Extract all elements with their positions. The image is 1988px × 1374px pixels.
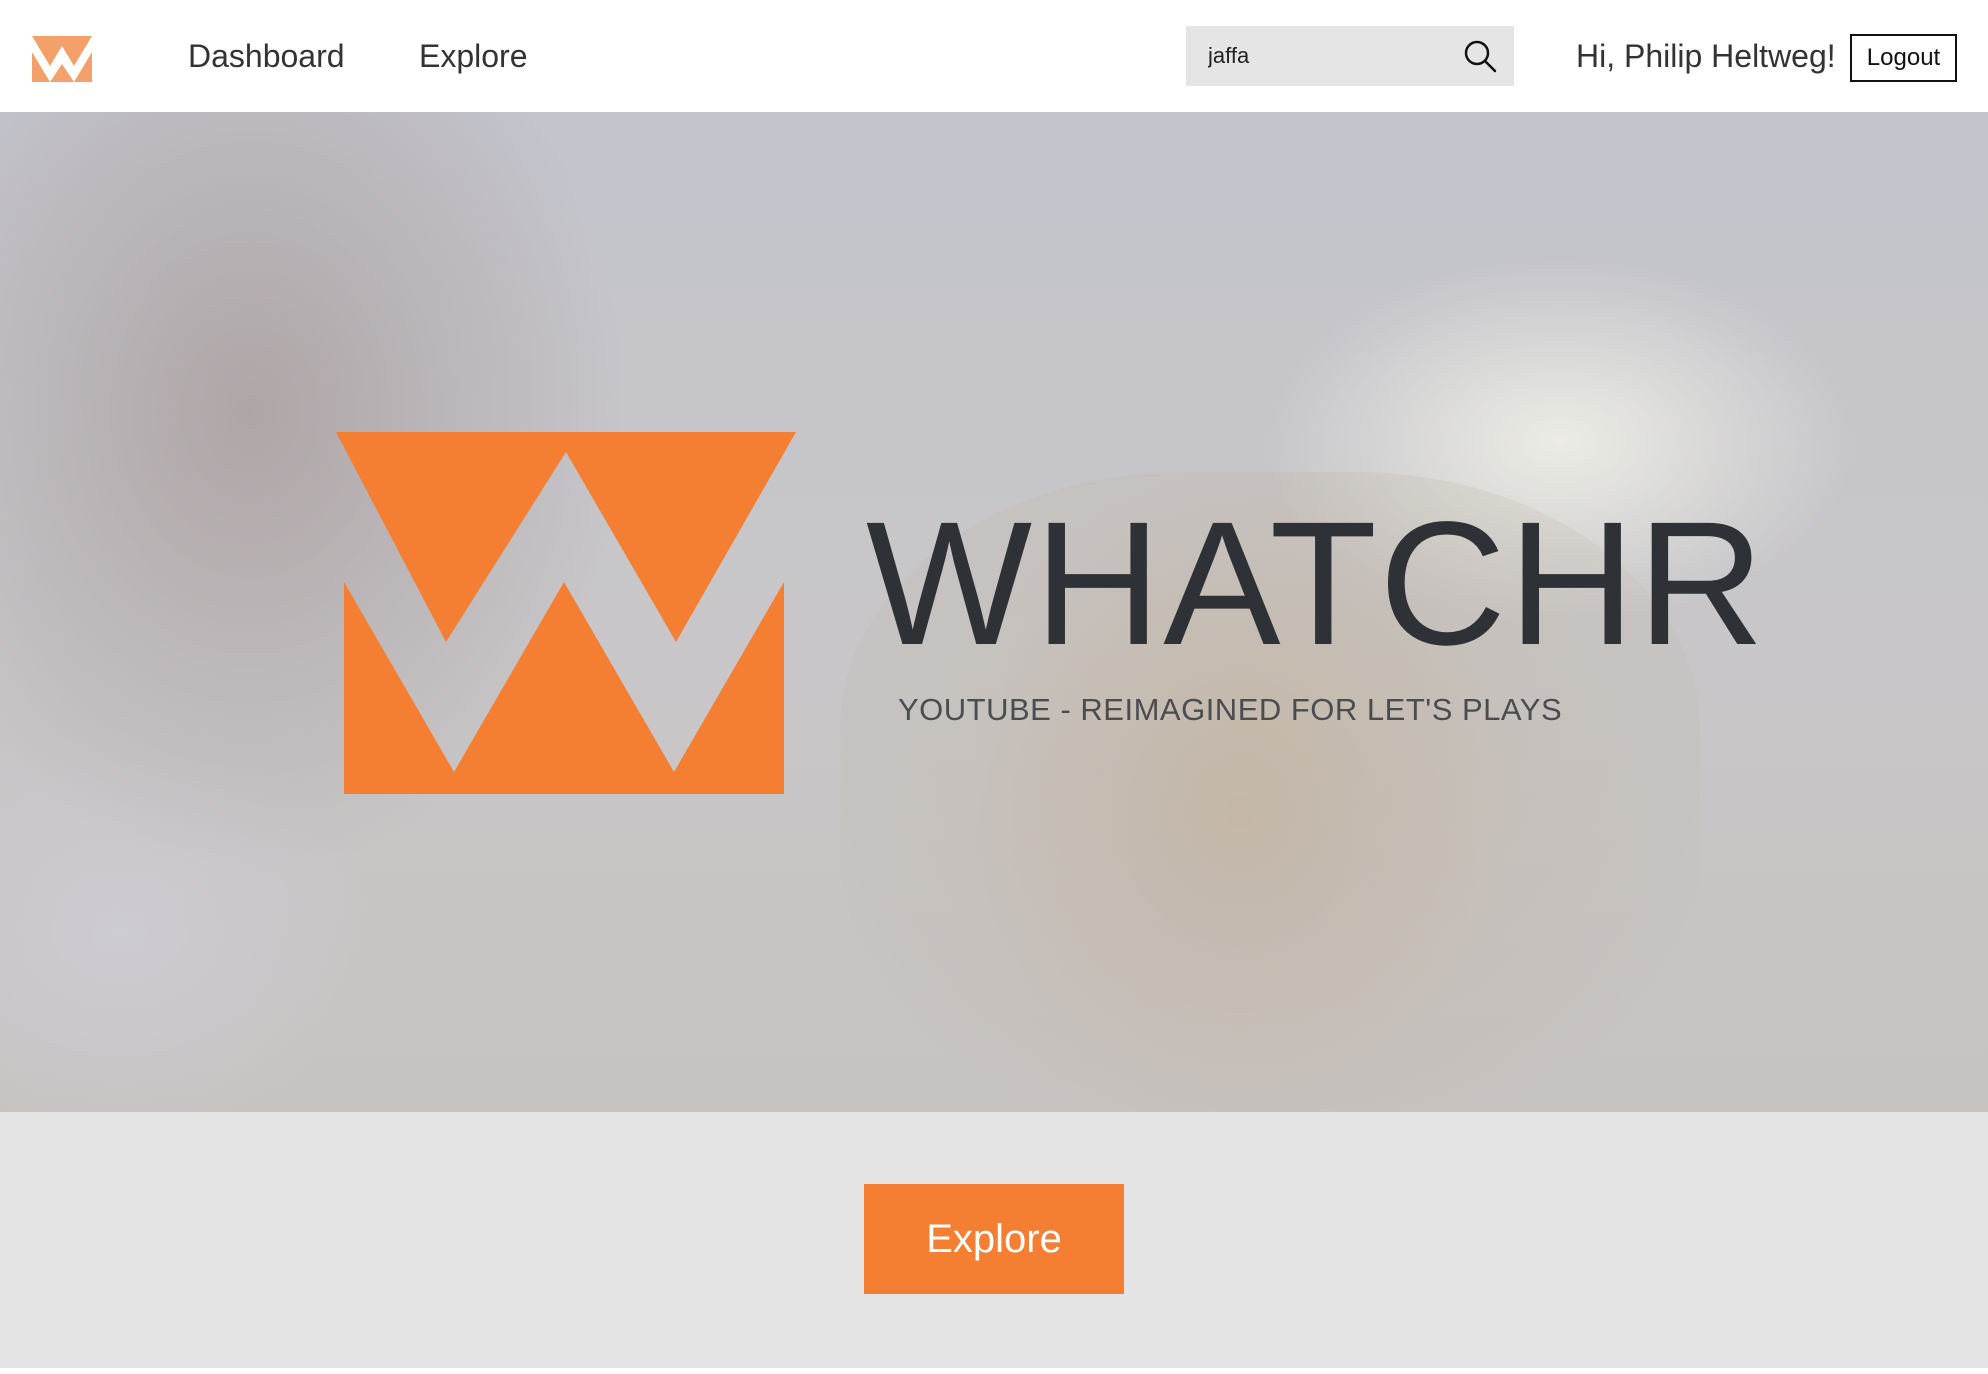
hero-tagline: YOUTUBE - REIMAGINED FOR LET'S PLAYS	[898, 692, 1563, 727]
whatchr-logo-icon[interactable]	[32, 36, 92, 82]
search-box	[1186, 26, 1514, 86]
logout-button[interactable]: Logout	[1850, 34, 1957, 82]
footer-divider	[0, 1368, 1988, 1374]
user-greeting: Hi, Philip Heltweg!	[1576, 38, 1836, 74]
nav-link-explore[interactable]: Explore	[419, 36, 528, 76]
whatchr-w-logo-icon	[336, 432, 796, 794]
top-navbar: Dashboard Explore Hi, Philip Heltweg! Lo…	[0, 0, 1988, 112]
explore-cta-button[interactable]: Explore	[864, 1184, 1124, 1294]
search-input[interactable]	[1186, 26, 1446, 86]
nav-link-dashboard[interactable]: Dashboard	[188, 36, 345, 76]
hero-title: WHATCHR	[866, 486, 1767, 682]
search-icon[interactable]	[1462, 38, 1498, 74]
hero-banner: WHATCHR YOUTUBE - REIMAGINED FOR LET'S P…	[0, 112, 1988, 1112]
